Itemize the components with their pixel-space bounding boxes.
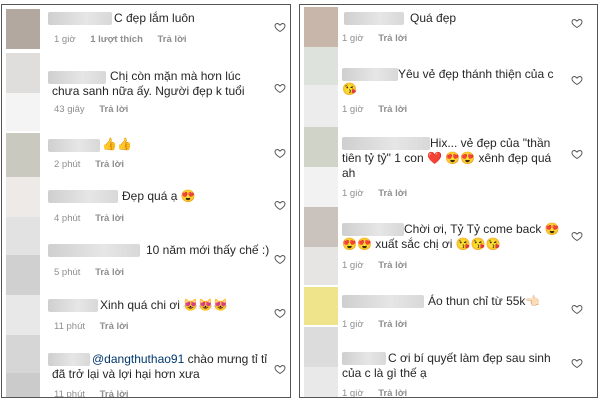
comment-text: C đẹp lắm luôn (114, 11, 195, 25)
username-blurred[interactable] (344, 12, 404, 25)
comment-meta: 1 giờ Trả lời (342, 319, 419, 330)
comment-time: 1 giờ (342, 319, 364, 330)
comment-text: Xinh quá chi ơi 😻😻😻 (100, 298, 229, 312)
comment-meta: 5 phút Trả lời (54, 267, 136, 278)
heart-outline-icon[interactable] (274, 253, 286, 265)
reply-button[interactable]: Trả lời (378, 104, 407, 115)
comment-meta: 43 giây Trả lời (54, 104, 140, 115)
comment-meta: 2 phút Trả lời (54, 159, 136, 170)
comment-time: 1 giờ (342, 188, 364, 199)
reply-button[interactable]: Trả lời (378, 319, 407, 330)
reply-button[interactable]: Trả lời (95, 267, 124, 278)
reply-button[interactable]: Trả lời (100, 321, 129, 332)
username-blurred[interactable] (48, 299, 98, 312)
reply-button[interactable]: Trả lời (158, 34, 187, 45)
likes-count[interactable]: 1 lượt thích (90, 34, 143, 45)
heart-outline-icon[interactable] (274, 199, 286, 211)
heart-outline-icon[interactable] (571, 17, 583, 29)
comment-text: Áo thun chỉ từ 55k👈🏻 (428, 294, 541, 308)
avatar[interactable] (304, 85, 338, 127)
user-mention-link[interactable]: @dangthuthao91 (92, 352, 184, 366)
avatar[interactable] (6, 335, 40, 373)
comment-time: 11 phút (54, 321, 85, 332)
comment-time: 11 phút (54, 389, 85, 398)
comment-meta: 1 giờ Trả lời (342, 104, 419, 115)
avatar[interactable] (6, 53, 40, 93)
comment-meta: 1 giờ Trả lời (342, 260, 419, 271)
heart-outline-icon[interactable] (274, 307, 286, 319)
avatar[interactable] (6, 177, 40, 217)
comment-time: 1 giờ (342, 388, 364, 398)
avatar[interactable] (6, 295, 40, 335)
heart-outline-icon[interactable] (571, 74, 583, 86)
avatar[interactable] (304, 247, 338, 285)
comment-time: 1 giờ (342, 260, 364, 271)
avatar[interactable] (6, 93, 40, 131)
heart-outline-icon[interactable] (571, 148, 583, 160)
comment-text: 👍👍 (102, 137, 132, 151)
comment-meta: 1 giờ Trả lời (342, 188, 419, 199)
avatar[interactable] (304, 207, 338, 247)
avatar[interactable] (304, 287, 338, 325)
comment-text: Quá đẹp (410, 11, 457, 25)
comment-meta: 11 phút Trả lời (54, 321, 141, 332)
avatar[interactable] (304, 47, 338, 85)
comment-time: 1 giờ (54, 34, 76, 45)
comment-meta: 1 giờ Trả lời (342, 388, 419, 398)
comment-text: Chị còn mặn mà hơn lúc chưa sanh nữa ấy.… (52, 69, 245, 98)
reply-button[interactable]: Trả lời (378, 260, 407, 271)
heart-outline-icon[interactable] (571, 357, 583, 369)
comments-panel-left: C đẹp lắm luôn 1 giờ 1 lượt thích Trả lờ… (1, 4, 291, 398)
comment-time: 1 giờ (342, 33, 364, 44)
username-blurred[interactable] (48, 190, 118, 203)
comment-meta: 1 giờ Trả lời (342, 33, 419, 44)
comment-meta: 11 phút Trả lời (54, 389, 141, 398)
avatar[interactable] (6, 133, 40, 177)
heart-outline-icon[interactable] (571, 230, 583, 242)
comment-text: 10 năm mới thấy chế :) (146, 243, 270, 257)
avatar[interactable] (304, 367, 338, 397)
avatar[interactable] (304, 167, 338, 207)
username-blurred[interactable] (48, 12, 112, 25)
avatar[interactable] (6, 217, 40, 255)
comment-text: Hix... vẻ đẹp của "thần tiên tỷ tỷ" 1 co… (342, 136, 552, 180)
reply-button[interactable]: Trả lời (95, 213, 124, 224)
avatar[interactable] (304, 327, 338, 367)
reply-button[interactable]: Trả lời (99, 104, 128, 115)
avatar[interactable] (6, 9, 40, 49)
comment-text: Yêu vẻ đẹp thánh thiện của c 😘 (342, 67, 554, 96)
comment-meta: 1 giờ 1 lượt thích Trả lời (54, 34, 198, 45)
reply-button[interactable]: Trả lời (100, 389, 129, 397)
comment-text: C ơi bí quyết làm đẹp sau sinh của c là … (342, 351, 551, 380)
username-blurred[interactable] (48, 244, 140, 257)
comment-time: 2 phút (54, 159, 81, 170)
heart-outline-icon[interactable] (274, 82, 286, 94)
username-blurred[interactable] (342, 295, 424, 308)
comment-text: Đẹp quá ạ 😍 (122, 189, 196, 203)
heart-outline-icon[interactable] (274, 363, 286, 375)
comment-time: 5 phút (54, 267, 81, 278)
avatar[interactable] (6, 255, 40, 295)
comment-time: 1 giờ (342, 104, 364, 115)
comment-meta: 4 phút Trả lời (54, 213, 136, 224)
comments-panel-right: Quá đẹp 1 giờ Trả lời Yêu vẻ đẹp thánh t… (299, 4, 598, 398)
avatar[interactable] (304, 127, 338, 167)
avatar[interactable] (6, 373, 40, 397)
username-blurred[interactable] (48, 139, 100, 152)
heart-outline-icon[interactable] (274, 21, 286, 33)
reply-button[interactable]: Trả lời (378, 388, 407, 397)
reply-button[interactable]: Trả lời (95, 159, 124, 170)
avatar[interactable] (304, 7, 338, 47)
heart-outline-icon[interactable] (274, 147, 286, 159)
comment-text: Chời ơi, Tỷ Tỷ come back 😍 😍😍 xuất sắc c… (342, 222, 560, 251)
heart-outline-icon[interactable] (571, 303, 583, 315)
reply-button[interactable]: Trả lời (378, 188, 407, 199)
reply-button[interactable]: Trả lời (378, 33, 407, 44)
comment-time: 4 phút (54, 213, 81, 224)
comment-time: 43 giây (54, 104, 85, 115)
comment-text: @dangthuthao91 chào mưng tỉ tỉ đã trở lạ… (52, 352, 270, 382)
